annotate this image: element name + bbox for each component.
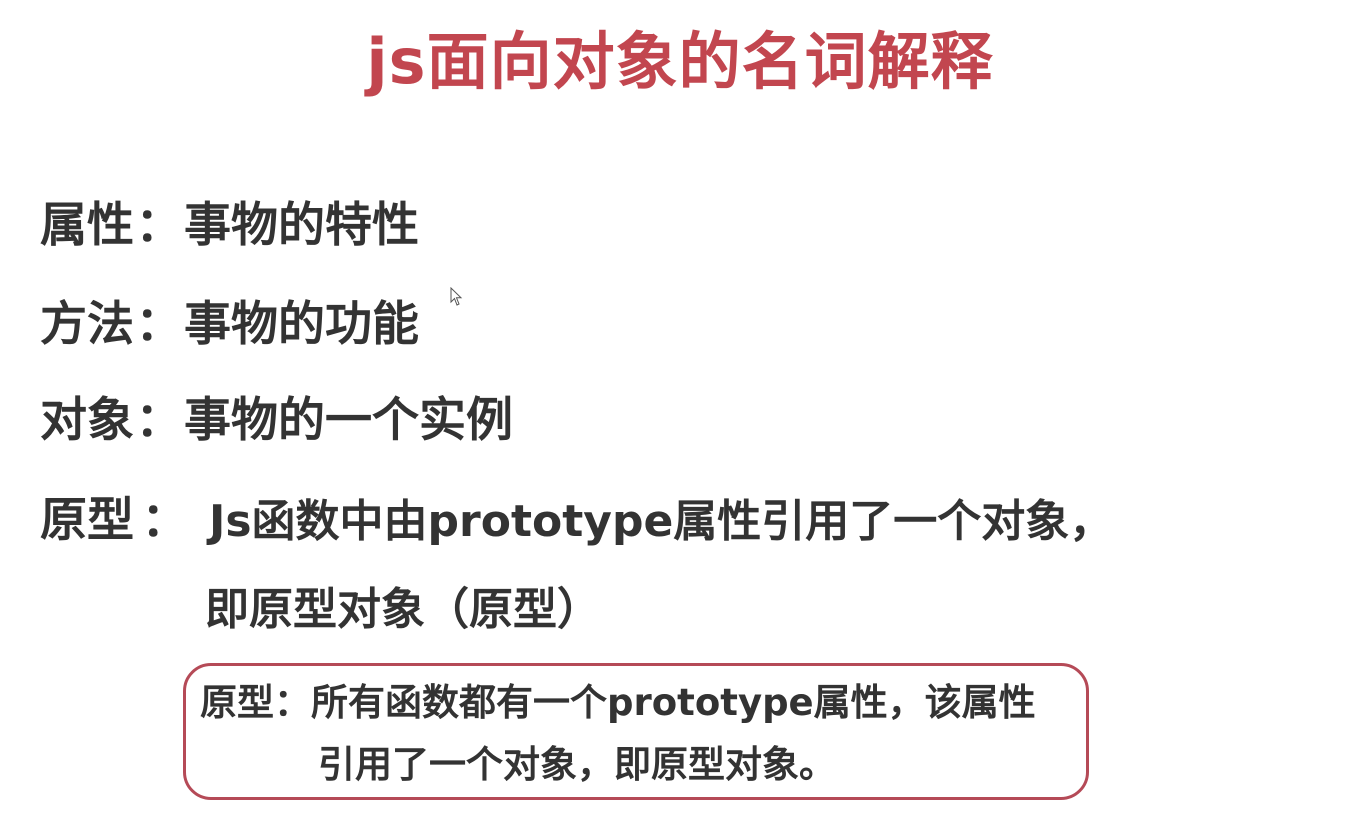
- term-label: 方法: [40, 297, 134, 352]
- term-row-prototype: 原型： Js函数中由prototype属性引用了一个对象，: [40, 491, 1113, 552]
- note-line-1: 原型：所有函数都有一个prototype属性，该属性: [200, 681, 1036, 724]
- term-label: 对象: [40, 393, 134, 448]
- term-row-attribute: 属性：事物的特性: [40, 196, 419, 256]
- term-description: 事物的特性: [184, 198, 419, 253]
- term-colon: ：: [141, 493, 189, 548]
- term-description: 事物的一个实例: [184, 393, 513, 448]
- term-row-method: 方法：事物的功能: [40, 295, 419, 355]
- term-row-object: 对象：事物的一个实例: [40, 391, 513, 451]
- term-description: Js函数中由prototype属性引用了一个对象，: [209, 496, 1114, 547]
- term-colon: ：: [135, 297, 183, 352]
- mouse-pointer-icon: [450, 287, 463, 306]
- term-label: 属性: [40, 198, 134, 253]
- term-colon: ：: [135, 198, 183, 253]
- note-line-2: 引用了一个对象，即原型对象。: [318, 743, 836, 786]
- term-description-continued: 即原型对象（原型）: [205, 584, 601, 635]
- term-label: 原型: [40, 493, 134, 548]
- page-title: js面向对象的名词解释: [366, 25, 994, 98]
- term-colon: ：: [135, 393, 183, 448]
- term-description: 事物的功能: [184, 297, 419, 352]
